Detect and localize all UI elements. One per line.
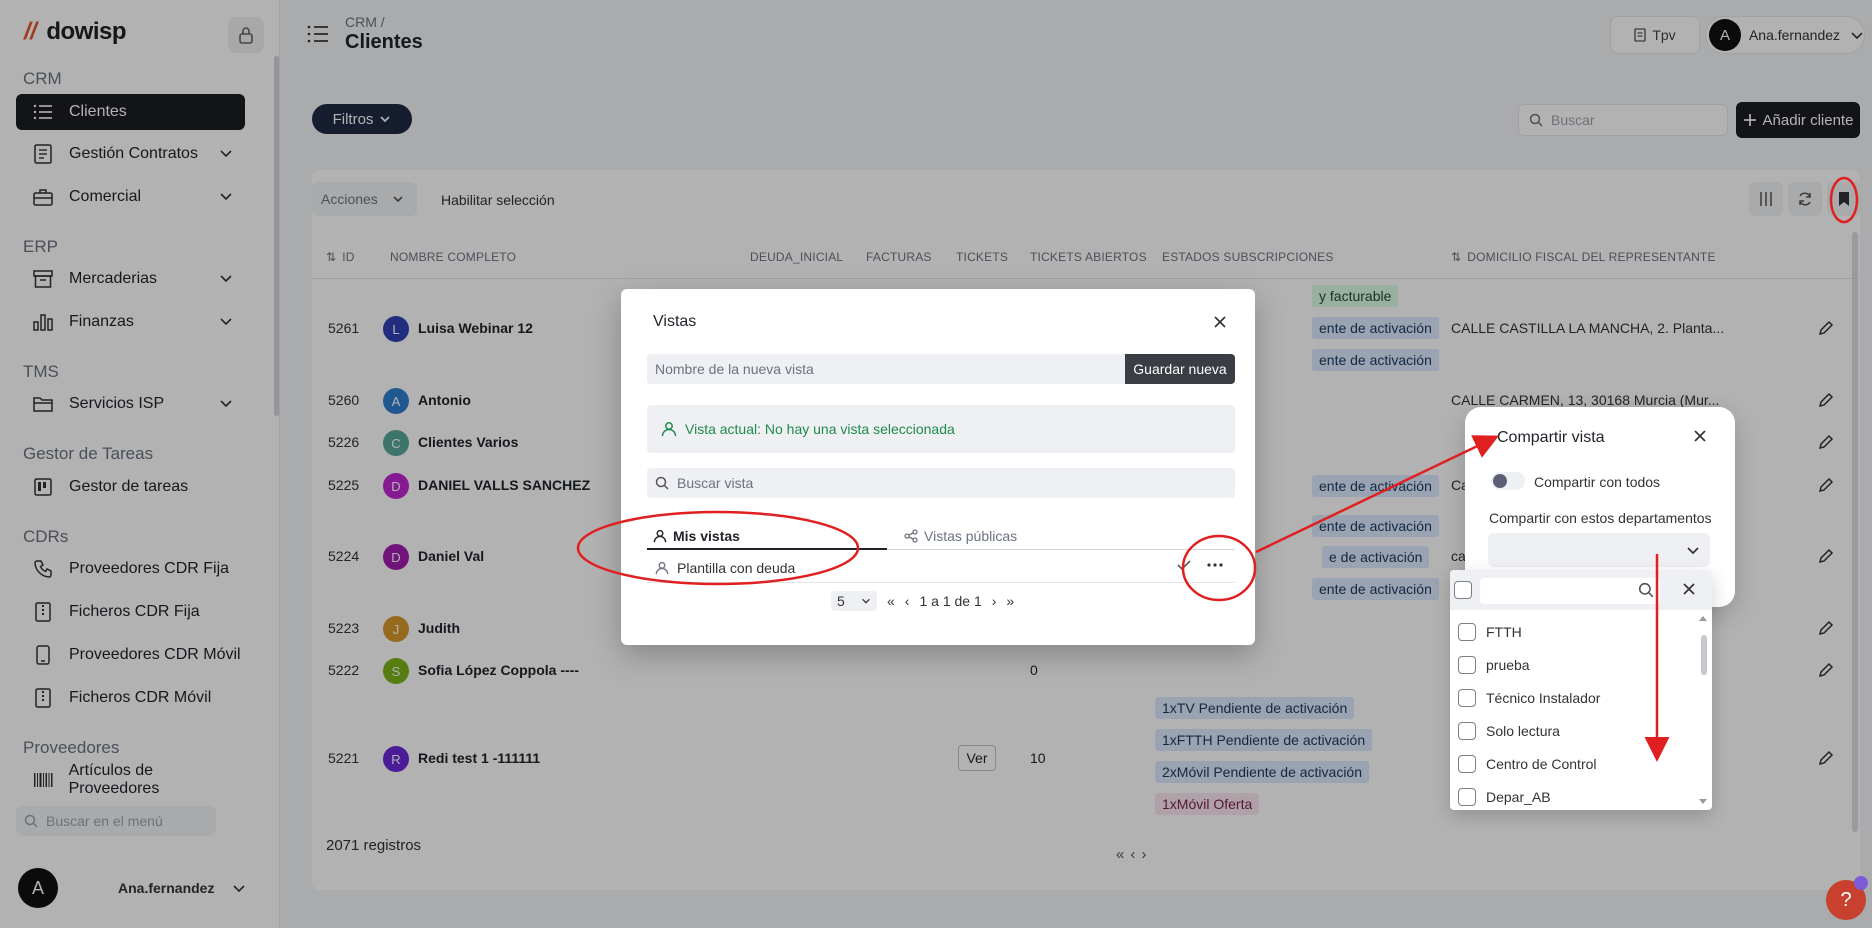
view-item-plantilla-con-deuda[interactable]: Plantilla con deuda [647,553,1235,583]
close-icon [1214,316,1226,328]
tab-label: Vistas públicas [924,528,1018,544]
more-options-button[interactable] [1207,555,1223,573]
first-page-icon[interactable]: « [887,593,895,609]
tab-vistas-publicas[interactable]: Vistas públicas [904,522,1017,550]
tab-divider [887,549,1235,550]
search-icon [655,476,669,490]
department-option[interactable]: Técnico Instalador [1458,689,1600,707]
more-horizontal-icon [1207,563,1223,567]
scroll-up-icon [1699,616,1707,621]
departments-label: Compartir con estos departamentos [1489,510,1712,526]
option-checkbox[interactable] [1458,722,1476,740]
modal-pagination: 5 « ‹ 1 a 1 de 1 › » [831,591,1014,611]
toggle-label: Compartir con todos [1534,474,1661,490]
dropdown-scroll-thumb[interactable] [1701,635,1707,675]
departments-dropdown: FTTH prueba Técnico Instalador Solo lect… [1450,570,1712,810]
option-checkbox[interactable] [1458,788,1476,806]
option-checkbox[interactable] [1458,623,1476,641]
notification-dot [1854,876,1868,890]
department-option[interactable]: FTTH [1458,623,1522,641]
page-size-select[interactable]: 5 [831,591,877,611]
prev-page-icon[interactable]: ‹ [905,593,910,609]
option-checkbox[interactable] [1458,689,1476,707]
share-title: Compartir vista [1497,429,1605,446]
check-icon[interactable] [1177,559,1191,571]
dropdown-header [1450,570,1712,610]
option-label: prueba [1486,657,1530,673]
scroll-down-icon [1699,799,1707,804]
guardar-nueva-button[interactable]: Guardar nueva [1125,354,1235,384]
close-icon[interactable] [1682,582,1696,596]
option-label: Técnico Instalador [1486,690,1601,706]
close-button[interactable] [1209,311,1231,333]
search-view-input[interactable]: Buscar vista [647,468,1235,498]
user-icon [655,561,669,574]
department-option[interactable]: Depar_AB [1458,788,1551,806]
select-all-checkbox[interactable] [1454,581,1472,599]
search-icon [1638,582,1654,598]
modal-title: Vistas [653,313,697,330]
option-label: Solo lectura [1486,723,1560,739]
option-label: FTTH [1486,624,1522,640]
tab-indicator [647,548,887,550]
department-option[interactable]: Centro de Control [1458,755,1597,773]
last-page-icon[interactable]: » [1006,593,1014,609]
chevron-down-icon [862,598,870,604]
compartir-todos-toggle[interactable] [1491,472,1525,490]
tab-mis-vistas[interactable]: Mis vistas [653,522,740,550]
view-item-label: Plantilla con deuda [677,559,796,576]
department-option[interactable]: prueba [1458,656,1530,674]
search-view-placeholder: Buscar vista [677,475,754,491]
share-icon [904,529,918,543]
option-label: Centro de Control [1486,756,1597,772]
option-label: Depar_AB [1486,789,1551,805]
close-icon[interactable] [1693,429,1707,443]
departments-select[interactable] [1488,533,1710,567]
new-view-placeholder: Nombre de la nueva vista [655,361,814,377]
user-icon [653,529,667,543]
current-view-text: Vista actual: No hay una vista seleccion… [685,421,955,437]
new-view-name-input[interactable]: Nombre de la nueva vista [647,354,1125,384]
page-size-value: 5 [837,593,845,609]
department-option[interactable]: Solo lectura [1458,722,1560,740]
tab-label: Mis vistas [673,528,740,544]
user-icon [661,422,677,437]
option-checkbox[interactable] [1458,656,1476,674]
page-info: 1 a 1 de 1 [919,593,982,609]
vistas-modal: Vistas Nombre de la nueva vista Guardar … [621,289,1255,645]
next-page-icon[interactable]: › [992,593,997,609]
option-checkbox[interactable] [1458,755,1476,773]
current-view-status: Vista actual: No hay una vista seleccion… [647,405,1235,453]
dropdown-search-input[interactable] [1480,578,1660,604]
chevron-down-icon [1687,547,1699,555]
